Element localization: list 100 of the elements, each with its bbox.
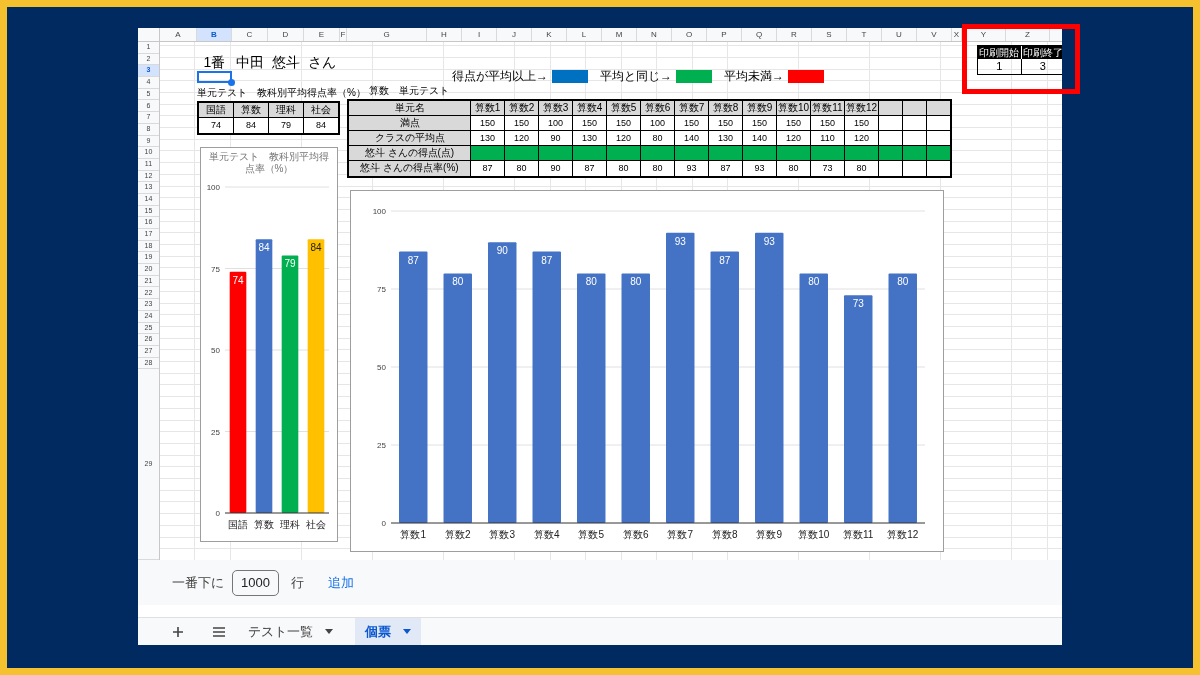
- table-cell: 国語: [199, 103, 234, 118]
- table-cell: 150: [777, 116, 811, 130]
- table-cell: 87: [471, 161, 505, 176]
- column-header[interactable]: U: [882, 28, 917, 41]
- table-cell: 算数6: [641, 101, 675, 115]
- column-header[interactable]: G: [347, 28, 427, 41]
- table-cell: 算数12: [845, 101, 879, 115]
- column-header[interactable]: T: [847, 28, 882, 41]
- table-cell: 80: [607, 161, 641, 176]
- title-text: 中田: [235, 54, 265, 70]
- table-cell: 理科: [269, 103, 304, 118]
- axis-label: 社会: [306, 519, 326, 530]
- data-label: 74: [232, 274, 244, 286]
- table-cell: クラスの平均点: [349, 131, 471, 145]
- row-count-field[interactable]: 1000: [232, 569, 279, 596]
- table-caption: 単元テスト 教科別平均得点率（%）: [197, 87, 366, 99]
- column-header[interactable]: M: [602, 28, 637, 41]
- table-cell: 算数: [234, 103, 269, 118]
- add-button[interactable]: 追加: [328, 572, 354, 593]
- data-label: 84: [258, 242, 270, 254]
- table-cell: 130: [709, 131, 743, 145]
- table-cell: 130: [471, 131, 505, 145]
- table-cell: 90: [539, 131, 573, 145]
- table-cell: 120: [607, 131, 641, 145]
- title-text: 1番: [202, 54, 227, 70]
- column-header[interactable]: K: [532, 28, 567, 41]
- axis-label: 算数8: [711, 529, 738, 540]
- column-header[interactable]: X: [952, 28, 962, 41]
- table-cell: 110: [811, 131, 845, 145]
- table-cell: 算数11: [811, 101, 845, 115]
- column-header[interactable]: Z: [1006, 28, 1050, 41]
- caret-icon: [325, 629, 333, 634]
- table-cell: 100: [641, 116, 675, 130]
- menu-icon[interactable]: [212, 626, 226, 637]
- data-label: 80: [630, 276, 642, 288]
- column-header[interactable]: L: [567, 28, 602, 41]
- table-cell: 87: [573, 161, 607, 176]
- caret-icon: [403, 629, 411, 634]
- axis-label: 理科: [280, 519, 300, 530]
- table-cell: 単元名: [349, 101, 471, 115]
- axis-label: 算数5: [578, 529, 605, 540]
- table-cell: 1: [978, 59, 1022, 74]
- sheet-tab[interactable]: 個票: [355, 617, 421, 645]
- column-header[interactable]: I: [462, 28, 497, 41]
- table-cell: 算数2: [505, 101, 539, 115]
- fill-handle[interactable]: [228, 79, 235, 86]
- table-cell: 算数4: [573, 101, 607, 115]
- column-header[interactable]: D: [268, 28, 304, 41]
- data-label: 80: [585, 276, 597, 288]
- table-cell: 74: [199, 118, 234, 133]
- axis-label: 算数7: [667, 529, 694, 540]
- add-rows-label: 一番下に: [172, 573, 224, 592]
- selected-cell[interactable]: [197, 71, 232, 83]
- column-header[interactable]: C: [232, 28, 268, 41]
- column-header[interactable]: P: [707, 28, 742, 41]
- title-text: 悠斗: [271, 54, 301, 70]
- table-cell: 悠斗 さんの得点(点): [349, 146, 471, 160]
- axis-label: 0: [381, 519, 386, 528]
- column-header[interactable]: J: [497, 28, 532, 41]
- table-cell: 社会: [304, 103, 338, 118]
- column-header[interactable]: V: [917, 28, 952, 41]
- axis-label: 算数10: [798, 529, 830, 540]
- table-cell: 150: [607, 116, 641, 130]
- data-label: 93: [763, 235, 775, 247]
- axis-label: 算数9: [756, 529, 783, 540]
- axis-label: 算数12: [887, 529, 919, 540]
- column-header[interactable]: Y: [962, 28, 1006, 41]
- data-label: 93: [674, 235, 686, 247]
- data-label: 87: [541, 254, 553, 266]
- legend-label: 平均と同じ→: [600, 69, 672, 83]
- table-cell: 算数8: [709, 101, 743, 115]
- axis-label: 25: [377, 441, 386, 450]
- axis-label: 50: [211, 346, 220, 355]
- column-header[interactable]: N: [637, 28, 672, 41]
- table-cell: 算数10: [777, 101, 811, 115]
- column-header[interactable]: H: [427, 28, 462, 41]
- data-label: 79: [284, 258, 296, 270]
- table-cell: 150: [845, 116, 879, 130]
- column-header[interactable]: R: [777, 28, 812, 41]
- data-label: 80: [808, 276, 820, 288]
- column-header[interactable]: O: [672, 28, 707, 41]
- sheet-tab[interactable]: テスト一覧: [238, 617, 343, 645]
- data-label: 80: [897, 276, 909, 288]
- add-sheet-icon[interactable]: [172, 625, 184, 638]
- legend-label: 得点が平均以上→: [452, 69, 548, 83]
- table-cell: 満点: [349, 116, 471, 130]
- column-header[interactable]: E: [304, 28, 340, 41]
- column-header[interactable]: B: [197, 28, 232, 41]
- table-cell: 80: [641, 131, 675, 145]
- table-cell: 80: [505, 161, 539, 176]
- column-header[interactable]: F: [340, 28, 347, 41]
- column-header[interactable]: S: [812, 28, 847, 41]
- data-label: 90: [496, 245, 508, 257]
- axis-label: 算数3: [489, 529, 516, 540]
- table-cell: 算数9: [743, 101, 777, 115]
- table-cell: 150: [709, 116, 743, 130]
- axis-label: 算数6: [622, 529, 649, 540]
- column-header[interactable]: Q: [742, 28, 777, 41]
- table-cell: 150: [471, 116, 505, 130]
- axis-label: 75: [377, 285, 386, 294]
